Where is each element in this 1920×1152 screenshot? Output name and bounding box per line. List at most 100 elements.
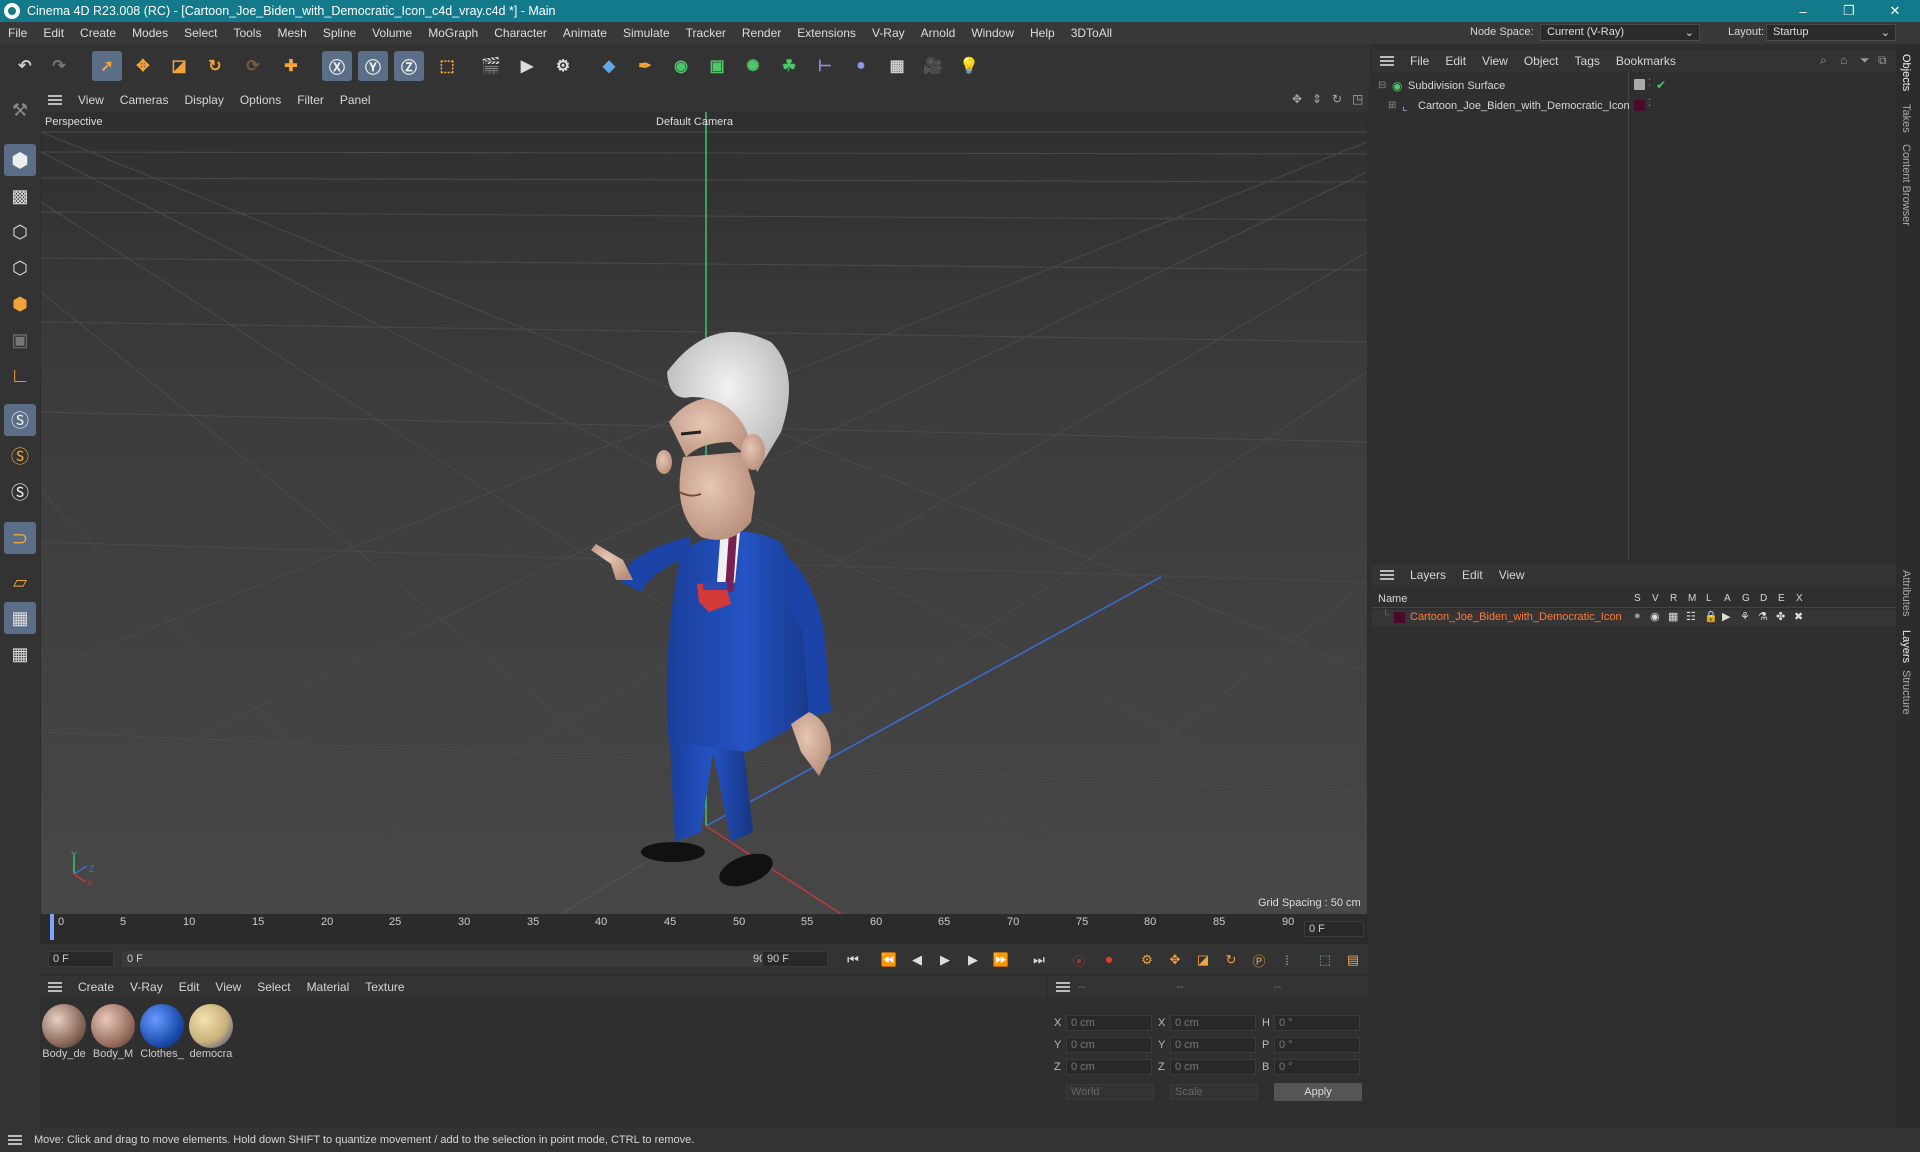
layout-dropdown[interactable]: Startup ⌄ [1766,24,1896,41]
world-dropdown[interactable]: World [1066,1084,1154,1100]
menu-character[interactable]: Character [486,26,555,40]
layers-hamburger-icon[interactable] [1380,570,1394,580]
floor-icon[interactable]: ▦ [882,51,912,81]
generators-icon[interactable]: ⚘ [1740,610,1750,623]
viewport-menu-display[interactable]: Display [176,93,231,107]
pen-spline-icon[interactable]: ✒ [630,51,660,81]
menu-extensions[interactable]: Extensions [789,26,864,40]
coordinate-system-icon[interactable]: ⬚ [432,51,462,81]
menu-tracker[interactable]: Tracker [678,26,734,40]
tab-content-browser[interactable]: Content Browser [1900,144,1912,226]
menu-create[interactable]: Create [72,26,124,40]
menu-mesh[interactable]: Mesh [269,26,314,40]
expand-icon[interactable]: ⊞ [1388,100,1396,111]
material-menu-edit[interactable]: Edit [171,980,208,994]
objects-menu-object[interactable]: Object [1516,54,1567,68]
material-menu-texture[interactable]: Texture [357,980,412,994]
viewport-maximize-icon[interactable]: ◳ [1352,92,1363,106]
viewport-menu-cameras[interactable]: Cameras [112,93,177,107]
undo-icon[interactable]: ↶ [10,51,40,81]
menu-edit[interactable]: Edit [35,26,72,40]
z-axis-lock-icon[interactable]: Ⓩ [394,51,424,81]
menu-vray[interactable]: V-Ray [864,26,913,40]
viewport-menu-options[interactable]: Options [232,93,289,107]
material-swatch[interactable]: democra [188,1004,234,1060]
quantize-icon[interactable]: Ⓢ [4,476,36,508]
eye-icon[interactable]: ◉ [1650,610,1660,623]
render-settings-icon[interactable]: ⚙ [548,51,578,81]
lock-icon[interactable]: 🔒 [1704,610,1718,623]
frame-range-slider[interactable]: 0 F 90 F [122,951,782,967]
point-mode-icon[interactable]: ⬡ [4,216,36,248]
tab-takes[interactable]: Takes [1900,104,1912,133]
add-object-icon[interactable]: ✚ [276,51,306,81]
maximize-button[interactable]: ❐ [1826,0,1872,22]
material-swatch[interactable]: Body_M [90,1004,136,1060]
objects-menu-file[interactable]: File [1402,54,1437,68]
deformer-icon[interactable]: ⊢ [810,51,840,81]
new-window-icon[interactable]: ⧉ [1878,53,1887,68]
tab-structure[interactable]: Structure [1900,670,1912,715]
subdivision-surface-icon[interactable]: ◉ [666,51,696,81]
layer-color-icon[interactable] [1634,100,1645,111]
snap-settings-icon[interactable]: Ⓢ [4,440,36,472]
previous-frame-icon[interactable]: ◀ [906,950,928,970]
solo-icon[interactable]: ● [1634,610,1641,622]
light-icon[interactable]: 💡 [954,51,984,81]
record-icon[interactable]: ⦿ [1068,950,1090,970]
render-picture-viewer-icon[interactable]: ▶ [512,51,542,81]
previous-key-icon[interactable]: ⏪ [878,950,900,970]
menu-tools[interactable]: Tools [225,26,269,40]
visibility-dots-icon[interactable]: ⁚ [1648,78,1651,89]
start-frame-field[interactable]: 0 F [48,951,114,967]
keyframe-selection-icon[interactable]: ⚙ [1136,950,1158,970]
layers-menu-view[interactable]: View [1491,568,1533,582]
y-axis-lock-icon[interactable]: Ⓨ [358,51,388,81]
cube-object-icon[interactable]: ◆ [594,51,624,81]
mograph-cloner-icon[interactable]: ☘ [774,51,804,81]
material-swatch[interactable]: Clothes_ [139,1004,185,1060]
make-editable-icon[interactable]: ⚒ [4,94,36,126]
rotation-h-field[interactable]: 0 ° [1274,1015,1360,1031]
coordinates-hamburger-icon[interactable] [1056,982,1070,992]
cloner-icon[interactable]: ✺ [738,51,768,81]
material-menu-material[interactable]: Material [299,980,358,994]
recent-tool-icon[interactable]: ⟳ [238,51,268,81]
key-pla-icon[interactable]: ⁞ [1276,950,1298,970]
expand-icon[interactable]: ⊟ [1378,80,1386,91]
node-space-dropdown[interactable]: Current (V-Ray) ⌄ [1540,24,1700,41]
menu-arnold[interactable]: Arnold [913,26,964,40]
next-frame-icon[interactable]: ▶ [962,950,984,970]
snap-icon[interactable]: Ⓢ [4,404,36,436]
viewport-menu-view[interactable]: View [70,93,112,107]
key-parameter-icon[interactable]: Ⓟ [1248,950,1270,970]
close-button[interactable]: ✕ [1872,0,1918,22]
rotate-tool-icon[interactable]: ↻ [200,51,230,81]
key-rotation-icon[interactable]: ↻ [1220,950,1242,970]
objects-menu-bookmarks[interactable]: Bookmarks [1608,54,1684,68]
workplane-icon[interactable]: ▱ [4,566,36,598]
rotation-b-field[interactable]: 0 ° [1274,1059,1360,1075]
deformers-icon[interactable]: ⚗ [1758,610,1768,623]
objects-hamburger-icon[interactable] [1380,56,1394,66]
grid-workplane-icon[interactable]: ▦ [4,602,36,634]
go-to-start-icon[interactable]: ⏮ [842,950,864,970]
object-row[interactable]: ⊟ ◉ Subdivision Surface ⁚ ✔ [1372,78,1896,96]
x-axis-lock-icon[interactable]: Ⓧ [322,51,352,81]
animation-icon[interactable]: ▶ [1722,610,1730,623]
manager-icon[interactable]: ☷ [1686,610,1696,623]
texture-mode-icon[interactable]: ▩ [4,180,36,212]
material-swatch[interactable]: Body_de [41,1004,87,1060]
material-menu-select[interactable]: Select [249,980,298,994]
autokey-icon[interactable]: ⏺ [1098,950,1120,970]
uv-mode-icon[interactable]: ▣ [4,324,36,356]
size-x-field[interactable]: 0 cm [1170,1015,1256,1031]
key-position-icon[interactable]: ✥ [1164,950,1186,970]
material-menu-create[interactable]: Create [70,980,122,994]
enabled-check-icon[interactable]: ✔ [1656,78,1666,92]
object-name[interactable]: Cartoon_Joe_Biden_with_Democratic_Icon [1418,100,1630,112]
viewport-camera-label[interactable]: Default Camera [656,116,733,128]
size-z-field[interactable]: 0 cm [1170,1059,1256,1075]
layer-name[interactable]: Cartoon_Joe_Biden_with_Democratic_Icon [1410,611,1622,623]
material-hamburger-icon[interactable] [48,982,62,992]
